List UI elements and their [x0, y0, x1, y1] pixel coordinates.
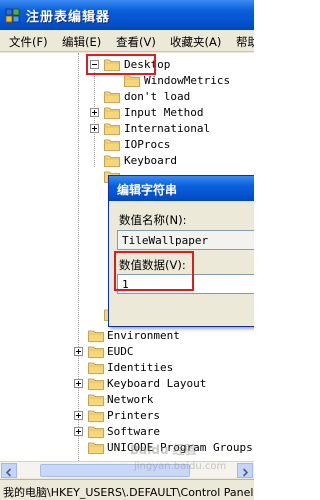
tree-node-dont-load[interactable]: don't load [0, 89, 254, 105]
regedit-icon [5, 8, 20, 23]
tree-node-label: IOProcs [124, 138, 171, 151]
expand-icon[interactable] [74, 379, 83, 388]
folder-icon [104, 91, 120, 103]
tree-node-printers[interactable]: Printers [0, 408, 254, 424]
tree-node-label: Keyboard Layout [107, 377, 207, 390]
folder-icon [88, 442, 104, 454]
tree-node-label: don't load [124, 90, 191, 103]
folder-icon [88, 362, 104, 374]
menu-favorites[interactable]: 收藏夹(A) [170, 34, 221, 50]
expand-icon[interactable] [90, 108, 99, 117]
tree-node-software[interactable]: Software [0, 424, 254, 440]
status-path: 我的电脑\HKEY_USERS\.DEFAULT\Control Panel [3, 486, 254, 499]
dialog-title-bar[interactable]: 编辑字符串 [109, 176, 254, 201]
tree-node-label: EUDC [107, 345, 134, 358]
folder-icon [104, 123, 120, 135]
folder-icon [88, 378, 104, 390]
folder-icon [104, 139, 120, 151]
folder-icon [88, 346, 104, 358]
regedit-window: 注册表编辑器 文件(F) 编辑(E) 查看(V) 收藏夹(A) 帮助 Deskt… [0, 0, 254, 500]
tree-node-international[interactable]: International [0, 121, 254, 137]
folder-icon [124, 75, 140, 87]
dialog-title: 编辑字符串 [117, 183, 178, 197]
menu-view[interactable]: 查看(V) [116, 34, 156, 50]
window-title: 注册表编辑器 [26, 10, 111, 25]
tree-node-windowmetrics[interactable]: WindowMetrics [0, 73, 254, 89]
value-name-field: TileWallpaper [117, 230, 254, 250]
tree-node-input-method[interactable]: Input Method [0, 105, 254, 121]
menu-bar: 文件(F) 编辑(E) 查看(V) 收藏夹(A) 帮助 [0, 30, 254, 52]
expand-icon[interactable] [90, 124, 99, 133]
status-bar: 我的电脑\HKEY_USERS\.DEFAULT\Control Panel [0, 479, 254, 500]
expand-icon[interactable] [74, 411, 83, 420]
watermark-url: jingyan.baidu.com [133, 461, 226, 472]
menu-file[interactable]: 文件(F) [9, 34, 48, 50]
tree-node-network[interactable]: Network [0, 392, 254, 408]
tree-node-environment[interactable]: Environment [0, 328, 254, 344]
folder-icon [88, 394, 104, 406]
tree-node-keyboard-layout[interactable]: Keyboard Layout [0, 376, 254, 392]
folder-icon [104, 155, 120, 167]
tree-node-eudc[interactable]: EUDC [0, 344, 254, 360]
tree-node-label: Software [107, 425, 160, 438]
folder-icon [88, 426, 104, 438]
baidu-watermark: Baidu 经验 jingyan.baidu.com [130, 442, 226, 472]
value-name-label: 数值名称(N): [119, 213, 187, 227]
tree-node-keyboard[interactable]: Keyboard [0, 153, 254, 169]
watermark-brand: Baidu 经验 [130, 442, 198, 457]
tree-node-label: Printers [107, 409, 160, 422]
desktop-highlight-box [86, 54, 156, 75]
tree-node-ioprocs[interactable]: IOProcs [0, 137, 254, 153]
tree-node-label: Input Method [124, 106, 204, 119]
tree-node-label: Environment [107, 329, 180, 342]
title-bar[interactable]: 注册表编辑器 [0, 0, 254, 30]
tree-node-label: Network [107, 393, 154, 406]
tree-node-label: International [124, 122, 211, 135]
tree-node-label: Keyboard [124, 154, 177, 167]
tree-node-label: WindowMetrics [144, 74, 231, 87]
folder-icon [88, 330, 104, 342]
folder-icon [104, 107, 120, 119]
value-data-highlight-box [114, 251, 194, 291]
tree-node-identities[interactable]: Identities [0, 360, 254, 376]
expand-icon[interactable] [74, 427, 83, 436]
scroll-left-icon[interactable] [1, 463, 17, 478]
folder-icon [88, 410, 104, 422]
menu-edit[interactable]: 编辑(E) [62, 34, 101, 50]
tree-node-label: Identities [107, 361, 174, 374]
expand-icon[interactable] [74, 347, 83, 356]
menu-help[interactable]: 帮助 [236, 34, 254, 50]
